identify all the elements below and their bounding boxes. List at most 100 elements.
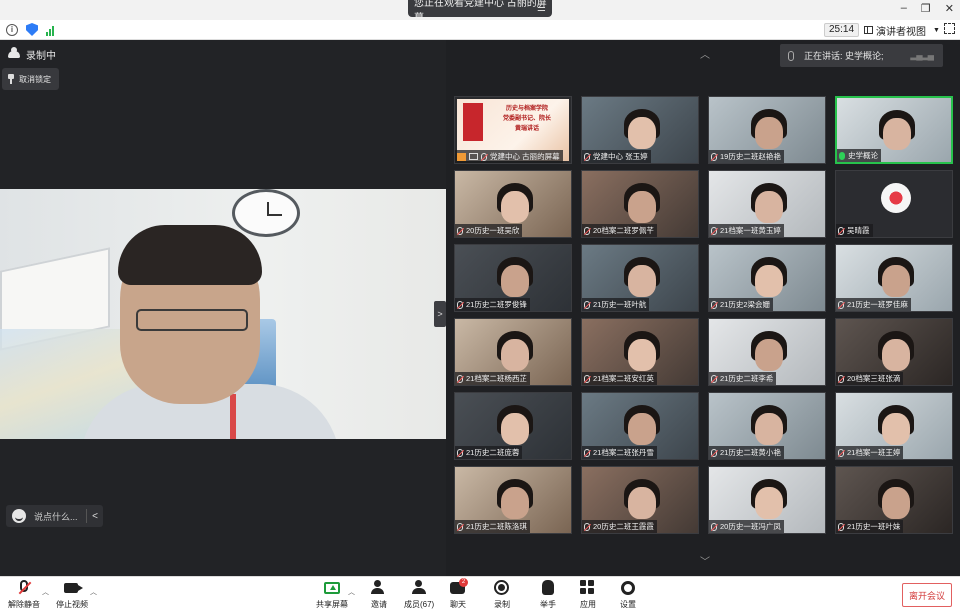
microphone-muted-icon xyxy=(457,522,463,531)
participant-face xyxy=(628,487,656,519)
menu-icon[interactable]: ☰ xyxy=(537,3,546,14)
unmute-button[interactable]: 解除静音 xyxy=(8,580,40,610)
speaking-indicator: 正在讲话: 史学概论; ▂▄▂▄ xyxy=(780,44,943,67)
invite-button[interactable]: 邀请 xyxy=(371,580,387,610)
participant-face xyxy=(501,413,529,445)
emoji-icon[interactable] xyxy=(12,509,26,523)
participant-name: 21历史二班陈洛琪 xyxy=(466,522,527,531)
participant-tile[interactable]: 20历史一班冯广凤 xyxy=(708,466,826,534)
participant-name: 20档案二班罗佩芊 xyxy=(593,226,654,235)
participant-tile[interactable]: 21档案一班王婷 xyxy=(835,392,953,460)
participant-tile[interactable]: 21档案二班杨西芷 xyxy=(454,318,572,386)
screen-share-icon xyxy=(469,153,478,160)
record-icon xyxy=(494,580,509,595)
participant-tile[interactable]: 21历史二班黄小艳 xyxy=(708,392,826,460)
raise-hand-label: 举手 xyxy=(540,600,556,609)
participant-tile[interactable]: 21历史二班庞蓉 xyxy=(454,392,572,460)
minimize-icon[interactable]: – xyxy=(901,2,907,15)
participant-name: 21历史二班庞蓉 xyxy=(466,448,520,457)
slide-text: 历史与档案学院 xyxy=(505,106,548,112)
quick-chat-input[interactable]: 说点什么... < xyxy=(6,505,103,527)
microphone-muted-icon xyxy=(838,448,844,457)
participant-tile[interactable]: 20档案三班张滴 xyxy=(835,318,953,386)
panel-collapse-handle[interactable]: > xyxy=(434,301,446,327)
close-icon[interactable]: ✕ xyxy=(945,2,954,15)
participant-tile[interactable]: 21历史一班叶妹 xyxy=(835,466,953,534)
chat-button[interactable]: 2 聊天 xyxy=(450,578,468,610)
apps-button[interactable]: 应用 xyxy=(580,580,596,610)
stop-video-button[interactable]: 停止视频 xyxy=(56,580,88,610)
participant-tile[interactable]: 21档案二班张丹雪 xyxy=(581,392,699,460)
chevron-up-icon[interactable]: ︿ xyxy=(348,587,355,597)
raise-hand-button[interactable]: 举手 xyxy=(540,580,556,610)
chevron-up-icon[interactable]: ︿ xyxy=(90,587,97,597)
microphone-muted-icon xyxy=(838,300,844,309)
participant-name-tag: 21历史一班叶妹 xyxy=(836,520,904,533)
microphone-muted-icon xyxy=(481,152,487,161)
chevron-up-icon[interactable]: ︿ xyxy=(42,587,49,597)
participant-name-tag: 20历史一班冯广凤 xyxy=(709,520,784,533)
active-speaker-video[interactable] xyxy=(0,189,446,439)
participant-tile[interactable]: 20档案二班罗佩芊 xyxy=(581,170,699,238)
participant-grid: 历史与档案学院 党委副书记、院长 黄瑞讲话 党建中心 古丽的屏幕党建中心 张玉婷 19历… xyxy=(454,96,954,536)
participant-name: 21历史二班黄小艳 xyxy=(720,448,781,457)
participant-name: 党建中心 张玉婷 xyxy=(593,152,648,161)
quick-chat-placeholder: 说点什么... xyxy=(34,511,78,522)
leave-meeting-button[interactable]: 离开会议 xyxy=(902,583,952,607)
share-screen-icon xyxy=(324,582,340,594)
participant-face xyxy=(628,339,656,371)
participant-tile[interactable]: 21档案二班安红英 xyxy=(581,318,699,386)
hand-icon xyxy=(542,580,554,595)
participant-tile[interactable]: 19历史二班赵艳艳 xyxy=(708,96,826,164)
microphone-muted-icon xyxy=(584,374,590,383)
participant-tile[interactable]: 21档案一班黄玉婷 xyxy=(708,170,826,238)
participant-face xyxy=(755,265,783,297)
microphone-muted-icon xyxy=(838,226,844,235)
participant-tile[interactable]: 21历史2梁会姗 xyxy=(708,244,826,312)
restore-icon[interactable]: ❐ xyxy=(921,2,931,15)
unpin-button[interactable]: 取消锁定 xyxy=(2,68,59,90)
participant-name-tag: 20档案二班罗佩芊 xyxy=(582,224,657,237)
signal-strength-icon[interactable] xyxy=(46,24,54,36)
microphone-icon xyxy=(788,50,794,61)
participant-tile[interactable]: 21历史一班罗佳麻 xyxy=(835,244,953,312)
view-mode-label: 演讲者视图 xyxy=(876,26,926,38)
participant-tile[interactable]: 21历史一班叶航 xyxy=(581,244,699,312)
participant-tile[interactable]: 党建中心 张玉婷 xyxy=(581,96,699,164)
participant-tile[interactable]: 21历史二班李希 xyxy=(708,318,826,386)
invite-label: 邀请 xyxy=(371,600,387,609)
chevron-up-icon[interactable]: ︿ xyxy=(700,46,710,61)
settings-button[interactable]: 设置 xyxy=(620,580,636,610)
fullscreen-icon[interactable] xyxy=(944,23,955,34)
participant-face xyxy=(628,117,656,149)
chevron-down-icon[interactable]: ﹀ xyxy=(700,553,710,568)
participant-tile[interactable]: 史学概论 xyxy=(835,96,953,164)
unmute-label: 解除静音 xyxy=(8,600,40,609)
participant-tile[interactable]: 历史与档案学院 党委副书记、院长 黄瑞讲话 党建中心 古丽的屏幕 xyxy=(454,96,572,164)
members-button[interactable]: 成员(67) xyxy=(404,580,434,610)
microphone-muted-icon xyxy=(457,300,463,309)
microphone-muted-icon xyxy=(711,374,717,383)
view-mode-button[interactable]: 演讲者视图 ▼ xyxy=(864,23,940,38)
security-shield-icon[interactable] xyxy=(26,23,38,36)
participant-tile[interactable]: 吴晴霞 xyxy=(835,170,953,238)
record-button[interactable]: 录制 xyxy=(494,580,510,610)
chevron-left-icon[interactable]: < xyxy=(87,511,103,522)
participant-name: 21历史一班叶航 xyxy=(593,300,647,309)
microphone-muted-icon xyxy=(20,580,28,592)
participant-tile[interactable]: 21历史二班陈洛琪 xyxy=(454,466,572,534)
screen-share-banner[interactable]: 您正在观看党建中心 古丽的屏幕 ☰ xyxy=(408,0,552,24)
participant-name: 20历史二班王霞霞 xyxy=(593,522,654,531)
participant-tile[interactable]: 20历史一班吴欣 xyxy=(454,170,572,238)
layout-icon xyxy=(864,26,873,34)
chat-unread-badge: 2 xyxy=(459,578,468,587)
microphone-muted-icon xyxy=(584,152,590,161)
participant-face xyxy=(628,413,656,445)
share-screen-button[interactable]: 共享屏幕 xyxy=(316,580,348,610)
participant-tile[interactable]: 20历史二班王霞霞 xyxy=(581,466,699,534)
participant-tile[interactable]: 21历史二班罗俊锋 xyxy=(454,244,572,312)
participant-face xyxy=(755,487,783,519)
chat-icon: 2 xyxy=(450,578,468,594)
info-icon[interactable]: i xyxy=(6,23,18,36)
meeting-timer: 25:14 xyxy=(824,23,860,37)
